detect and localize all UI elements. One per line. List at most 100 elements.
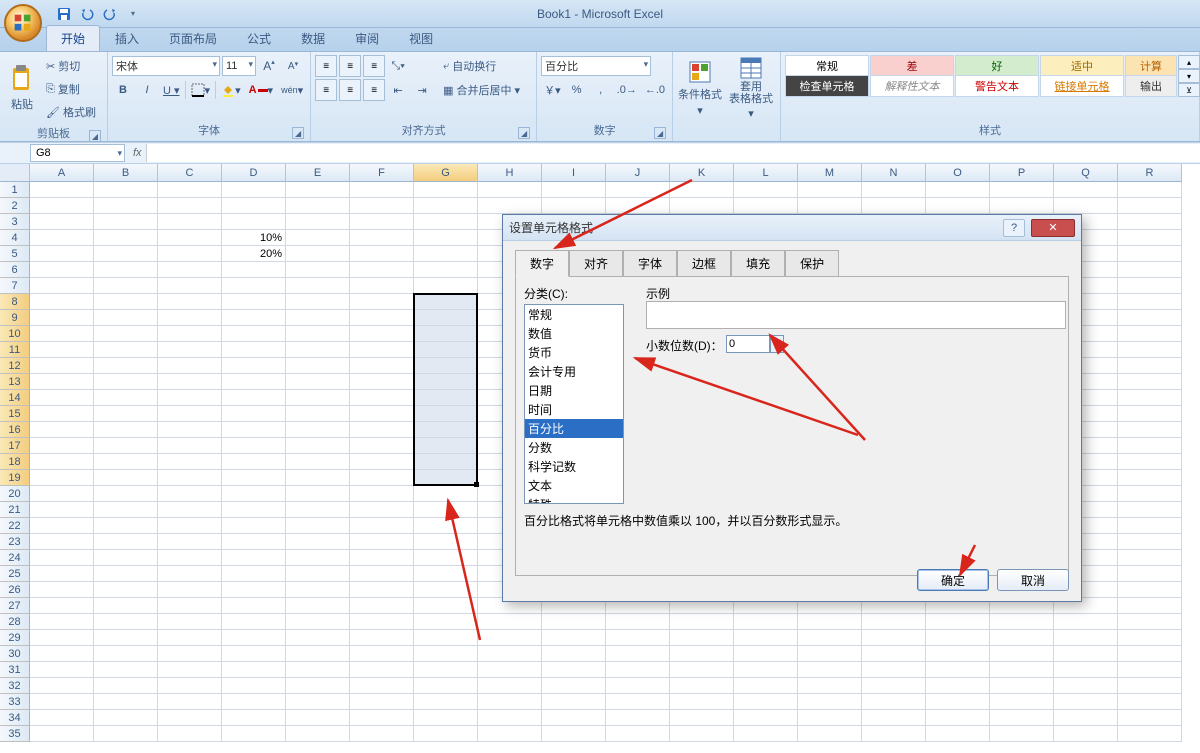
conditional-format-button[interactable]: 条件格式▾ bbox=[677, 55, 723, 121]
formula-input[interactable] bbox=[146, 144, 1200, 162]
cell-R9[interactable] bbox=[1118, 310, 1182, 326]
decrease-decimal-button[interactable]: ←.0 bbox=[642, 79, 668, 101]
cell-E24[interactable] bbox=[286, 550, 350, 566]
cell-B15[interactable] bbox=[94, 406, 158, 422]
tab-insert[interactable]: 插入 bbox=[100, 25, 154, 51]
cell-C31[interactable] bbox=[158, 662, 222, 678]
cell-D4[interactable]: 10% bbox=[222, 230, 286, 246]
cell-G6[interactable] bbox=[414, 262, 478, 278]
cell-F28[interactable] bbox=[350, 614, 414, 630]
cell-E19[interactable] bbox=[286, 470, 350, 486]
cell-B24[interactable] bbox=[94, 550, 158, 566]
align-top-button[interactable]: ≡ bbox=[315, 55, 337, 77]
cell-R4[interactable] bbox=[1118, 230, 1182, 246]
cell-O31[interactable] bbox=[926, 662, 990, 678]
cell-F1[interactable] bbox=[350, 182, 414, 198]
comma-format-button[interactable]: , bbox=[590, 79, 612, 101]
cell-E34[interactable] bbox=[286, 710, 350, 726]
cell-B28[interactable] bbox=[94, 614, 158, 630]
font-name-combo[interactable]: 宋体 bbox=[112, 56, 220, 76]
cell-C9[interactable] bbox=[158, 310, 222, 326]
cell-H30[interactable] bbox=[478, 646, 542, 662]
col-header-G[interactable]: G bbox=[414, 164, 478, 182]
ok-button[interactable]: 确定 bbox=[917, 569, 989, 591]
cell-N31[interactable] bbox=[862, 662, 926, 678]
cell-N33[interactable] bbox=[862, 694, 926, 710]
cell-R29[interactable] bbox=[1118, 630, 1182, 646]
category-item[interactable]: 日期 bbox=[525, 381, 623, 400]
cell-M32[interactable] bbox=[798, 678, 862, 694]
cell-R28[interactable] bbox=[1118, 614, 1182, 630]
cell-R11[interactable] bbox=[1118, 342, 1182, 358]
cell-O29[interactable] bbox=[926, 630, 990, 646]
cell-A26[interactable] bbox=[30, 582, 94, 598]
col-header-A[interactable]: A bbox=[30, 164, 94, 182]
cell-G13[interactable] bbox=[414, 374, 478, 390]
cell-B35[interactable] bbox=[94, 726, 158, 742]
cell-E29[interactable] bbox=[286, 630, 350, 646]
category-item[interactable]: 文本 bbox=[525, 476, 623, 495]
cell-I2[interactable] bbox=[542, 198, 606, 214]
row-header-26[interactable]: 26 bbox=[0, 582, 30, 598]
cell-R27[interactable] bbox=[1118, 598, 1182, 614]
cell-R20[interactable] bbox=[1118, 486, 1182, 502]
wrap-text-button[interactable]: ⤶自动换行 bbox=[440, 55, 518, 77]
align-center-button[interactable]: ≡ bbox=[339, 79, 361, 101]
spin-down-icon[interactable]: ▼ bbox=[771, 344, 783, 352]
category-item[interactable]: 数值 bbox=[525, 324, 623, 343]
cell-G23[interactable] bbox=[414, 534, 478, 550]
cell-R14[interactable] bbox=[1118, 390, 1182, 406]
cell-J33[interactable] bbox=[606, 694, 670, 710]
cell-G33[interactable] bbox=[414, 694, 478, 710]
cell-M2[interactable] bbox=[798, 198, 862, 214]
paste-button[interactable]: 粘贴 bbox=[4, 55, 40, 121]
row-header-8[interactable]: 8 bbox=[0, 294, 30, 310]
cell-D31[interactable] bbox=[222, 662, 286, 678]
decimal-places-input[interactable] bbox=[726, 335, 770, 353]
fx-icon[interactable]: fx bbox=[133, 147, 142, 159]
decrease-indent-button[interactable]: ⇤ bbox=[387, 79, 409, 101]
col-header-I[interactable]: I bbox=[542, 164, 606, 182]
cell-G7[interactable] bbox=[414, 278, 478, 294]
cell-H32[interactable] bbox=[478, 678, 542, 694]
cell-E20[interactable] bbox=[286, 486, 350, 502]
cell-C11[interactable] bbox=[158, 342, 222, 358]
cell-I35[interactable] bbox=[542, 726, 606, 742]
cell-C33[interactable] bbox=[158, 694, 222, 710]
cell-E17[interactable] bbox=[286, 438, 350, 454]
cell-R35[interactable] bbox=[1118, 726, 1182, 742]
col-header-B[interactable]: B bbox=[94, 164, 158, 182]
cell-K1[interactable] bbox=[670, 182, 734, 198]
cell-N34[interactable] bbox=[862, 710, 926, 726]
cell-A35[interactable] bbox=[30, 726, 94, 742]
cell-F31[interactable] bbox=[350, 662, 414, 678]
cell-Q29[interactable] bbox=[1054, 630, 1118, 646]
tab-view[interactable]: 视图 bbox=[394, 25, 448, 51]
cell-E27[interactable] bbox=[286, 598, 350, 614]
col-header-E[interactable]: E bbox=[286, 164, 350, 182]
col-header-N[interactable]: N bbox=[862, 164, 926, 182]
dialog-tab-number[interactable]: 数字 bbox=[515, 250, 569, 277]
cell-E30[interactable] bbox=[286, 646, 350, 662]
cell-D7[interactable] bbox=[222, 278, 286, 294]
cell-A34[interactable] bbox=[30, 710, 94, 726]
cell-C2[interactable] bbox=[158, 198, 222, 214]
cell-P30[interactable] bbox=[990, 646, 1054, 662]
col-header-J[interactable]: J bbox=[606, 164, 670, 182]
cell-E15[interactable] bbox=[286, 406, 350, 422]
cell-R3[interactable] bbox=[1118, 214, 1182, 230]
row-header-34[interactable]: 34 bbox=[0, 710, 30, 726]
cell-P28[interactable] bbox=[990, 614, 1054, 630]
row-header-24[interactable]: 24 bbox=[0, 550, 30, 566]
cell-J31[interactable] bbox=[606, 662, 670, 678]
cell-E33[interactable] bbox=[286, 694, 350, 710]
cell-E32[interactable] bbox=[286, 678, 350, 694]
cell-B23[interactable] bbox=[94, 534, 158, 550]
cell-P35[interactable] bbox=[990, 726, 1054, 742]
cell-A5[interactable] bbox=[30, 246, 94, 262]
cell-E6[interactable] bbox=[286, 262, 350, 278]
cell-E14[interactable] bbox=[286, 390, 350, 406]
cell-E25[interactable] bbox=[286, 566, 350, 582]
cell-A15[interactable] bbox=[30, 406, 94, 422]
cell-K2[interactable] bbox=[670, 198, 734, 214]
